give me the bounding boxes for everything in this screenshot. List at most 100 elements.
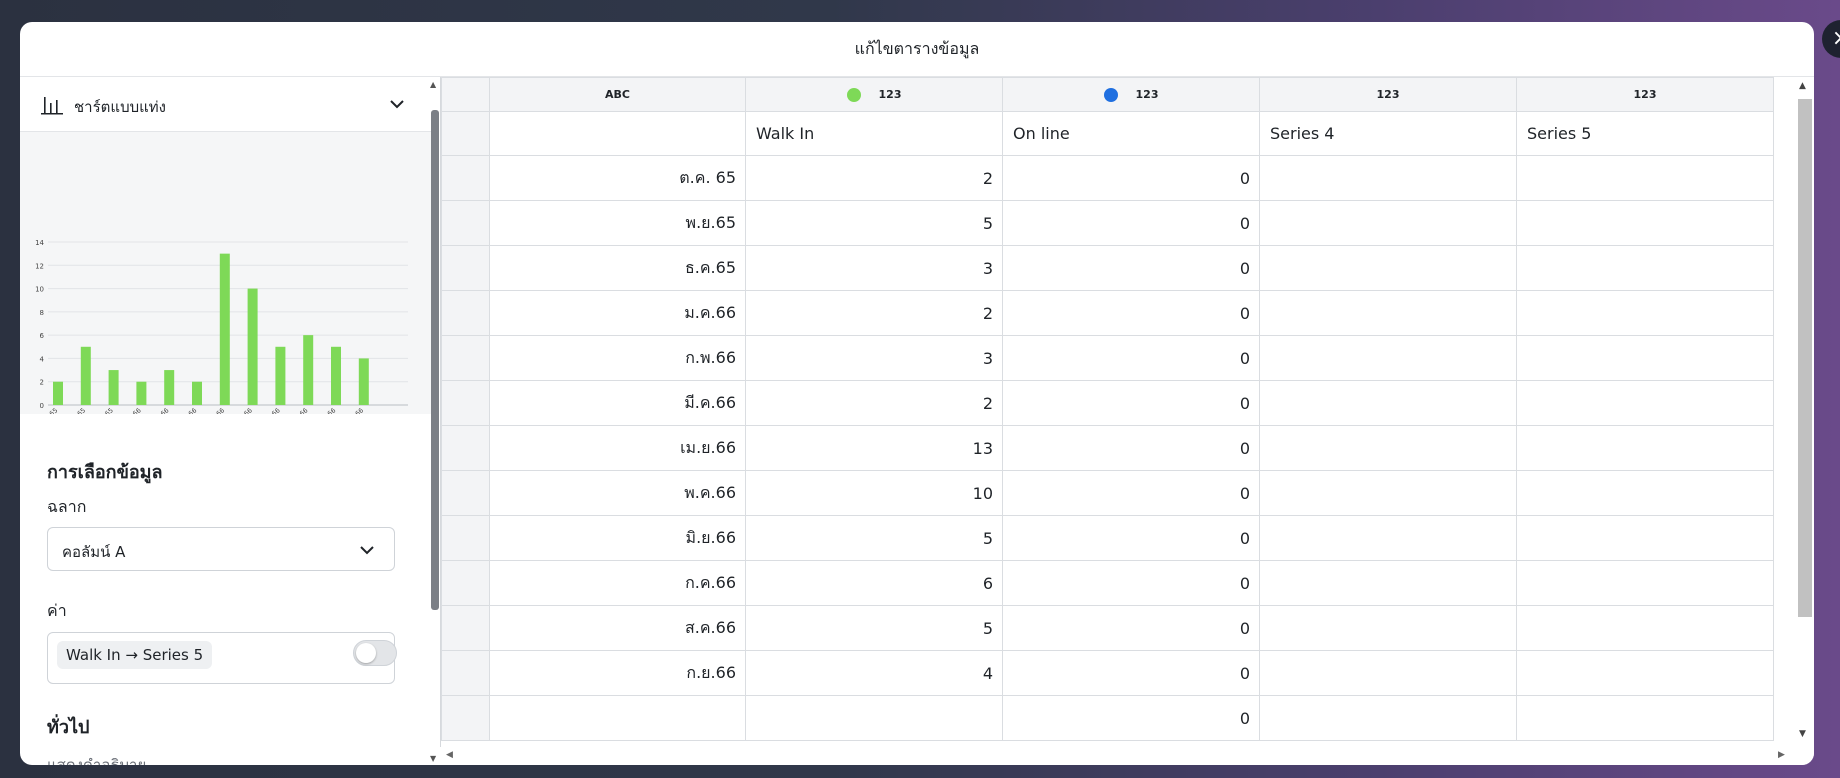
value-cell[interactable]: 10 — [745, 470, 1003, 516]
value-cell[interactable]: 6 — [745, 560, 1003, 606]
value-cell[interactable] — [1259, 605, 1517, 651]
row-index-cell[interactable] — [441, 245, 490, 291]
value-cell[interactable]: 0 — [1002, 200, 1260, 246]
value-cell[interactable] — [1516, 245, 1774, 291]
value-cell[interactable]: 3 — [745, 335, 1003, 381]
value-cell[interactable]: 2 — [745, 155, 1003, 201]
label-cell[interactable]: พ.ค.66 — [489, 470, 746, 516]
scroll-up-icon[interactable]: ▲ — [1799, 81, 1806, 91]
column-type-cell[interactable]: ABC — [489, 77, 746, 112]
value-cell[interactable] — [1516, 290, 1774, 336]
value-cell[interactable] — [1516, 515, 1774, 561]
value-cell[interactable]: 4 — [745, 650, 1003, 696]
value-cell[interactable] — [1259, 335, 1517, 381]
value-cell[interactable]: 5 — [745, 515, 1003, 561]
label-cell[interactable]: พ.ย.65 — [489, 200, 746, 246]
label-cell[interactable]: ก.พ.66 — [489, 335, 746, 381]
grid-vertical-scrollbar[interactable]: ▲ ▼ — [1794, 77, 1814, 765]
value-cell[interactable]: 5 — [745, 605, 1003, 651]
value-cell[interactable] — [1259, 470, 1517, 516]
label-cell[interactable] — [489, 695, 746, 741]
label-cell[interactable]: เม.ย.66 — [489, 425, 746, 471]
value-cell[interactable]: 0 — [1002, 245, 1260, 291]
column-type-cell[interactable]: 123 — [1516, 77, 1774, 112]
value-cell[interactable] — [1259, 245, 1517, 291]
value-cell[interactable] — [1516, 380, 1774, 426]
row-index-cell[interactable] — [441, 380, 490, 426]
value-cell[interactable] — [1259, 650, 1517, 696]
value-cell[interactable] — [1259, 380, 1517, 426]
value-cell[interactable] — [1259, 560, 1517, 606]
value-cell[interactable]: 0 — [1002, 470, 1260, 516]
row-index-cell[interactable] — [441, 470, 490, 516]
value-cell[interactable]: 0 — [1002, 425, 1260, 471]
value-cell[interactable]: 0 — [1002, 290, 1260, 336]
value-cell[interactable]: 0 — [1002, 605, 1260, 651]
label-cell[interactable]: มิ.ย.66 — [489, 515, 746, 561]
row-index-cell[interactable] — [441, 200, 490, 246]
value-cell[interactable] — [1516, 425, 1774, 471]
value-cell[interactable]: 3 — [745, 245, 1003, 291]
value-series-chip[interactable]: Walk In → Series 5 — [57, 641, 213, 669]
value-cell[interactable] — [1259, 515, 1517, 561]
value-cell[interactable]: 5 — [745, 200, 1003, 246]
scroll-down-icon[interactable]: ▼ — [430, 754, 436, 763]
value-cell[interactable] — [1259, 290, 1517, 336]
row-index-cell[interactable] — [441, 111, 490, 156]
value-cell[interactable]: 0 — [1002, 650, 1260, 696]
header-cell[interactable] — [489, 111, 746, 156]
chart-type-selector[interactable]: ชาร์ตแบบแท่ง — [20, 77, 432, 132]
value-cell[interactable] — [1516, 155, 1774, 201]
row-index-cell[interactable] — [441, 335, 490, 381]
value-cell[interactable]: 0 — [1002, 560, 1260, 606]
column-type-cell[interactable]: 123 — [1002, 77, 1260, 112]
value-cell[interactable] — [1516, 200, 1774, 246]
header-cell[interactable]: On line — [1002, 111, 1260, 156]
value-cell[interactable] — [1259, 695, 1517, 741]
value-cell[interactable] — [1516, 605, 1774, 651]
series-color-dot[interactable] — [1103, 87, 1118, 102]
scrollbar-thumb[interactable] — [431, 110, 439, 610]
scroll-right-icon[interactable]: ▶ — [1778, 750, 1785, 760]
column-type-cell[interactable]: 123 — [1259, 77, 1517, 112]
value-cell[interactable] — [745, 695, 1003, 741]
value-cell[interactable] — [1516, 335, 1774, 381]
value-cell[interactable]: 2 — [745, 380, 1003, 426]
series-color-dot[interactable] — [846, 87, 861, 102]
value-cell[interactable] — [1516, 470, 1774, 516]
scrollbar-thumb[interactable] — [1798, 99, 1812, 617]
show-legend-toggle[interactable] — [353, 640, 397, 666]
column-type-cell[interactable]: 123 — [745, 77, 1003, 112]
row-index-cell[interactable] — [441, 605, 490, 651]
header-cell[interactable]: Series 4 — [1259, 111, 1517, 156]
value-cell[interactable] — [1516, 650, 1774, 696]
row-index-cell[interactable] — [441, 560, 490, 606]
settings-scrollbar[interactable]: ▲ ▼ — [428, 78, 440, 765]
value-cell[interactable] — [1259, 425, 1517, 471]
value-cell[interactable] — [1259, 155, 1517, 201]
value-cell[interactable]: 2 — [745, 290, 1003, 336]
header-cell[interactable]: Series 5 — [1516, 111, 1774, 156]
value-cell[interactable] — [1516, 560, 1774, 606]
value-cell[interactable]: 0 — [1002, 515, 1260, 561]
row-index-cell[interactable] — [441, 515, 490, 561]
label-cell[interactable]: ส.ค.66 — [489, 605, 746, 651]
corner-cell[interactable] — [441, 77, 490, 112]
value-cell[interactable]: 13 — [745, 425, 1003, 471]
label-cell[interactable]: ธ.ค.65 — [489, 245, 746, 291]
label-cell[interactable]: ก.ย.66 — [489, 650, 746, 696]
value-cell[interactable] — [1259, 200, 1517, 246]
label-cell[interactable]: ก.ค.66 — [489, 560, 746, 606]
row-index-cell[interactable] — [441, 155, 490, 201]
value-series-select[interactable]: Walk In → Series 5 — [47, 632, 395, 684]
row-index-cell[interactable] — [441, 650, 490, 696]
row-index-cell[interactable] — [441, 425, 490, 471]
value-cell[interactable]: 0 — [1002, 155, 1260, 201]
scroll-up-icon[interactable]: ▲ — [430, 80, 436, 89]
value-cell[interactable]: 0 — [1002, 335, 1260, 381]
row-index-cell[interactable] — [441, 290, 490, 336]
grid-horizontal-scrollbar[interactable]: ◀ ▶ — [440, 747, 1794, 765]
value-cell[interactable] — [1516, 695, 1774, 741]
row-index-cell[interactable] — [441, 695, 490, 741]
header-cell[interactable]: Walk In — [745, 111, 1003, 156]
